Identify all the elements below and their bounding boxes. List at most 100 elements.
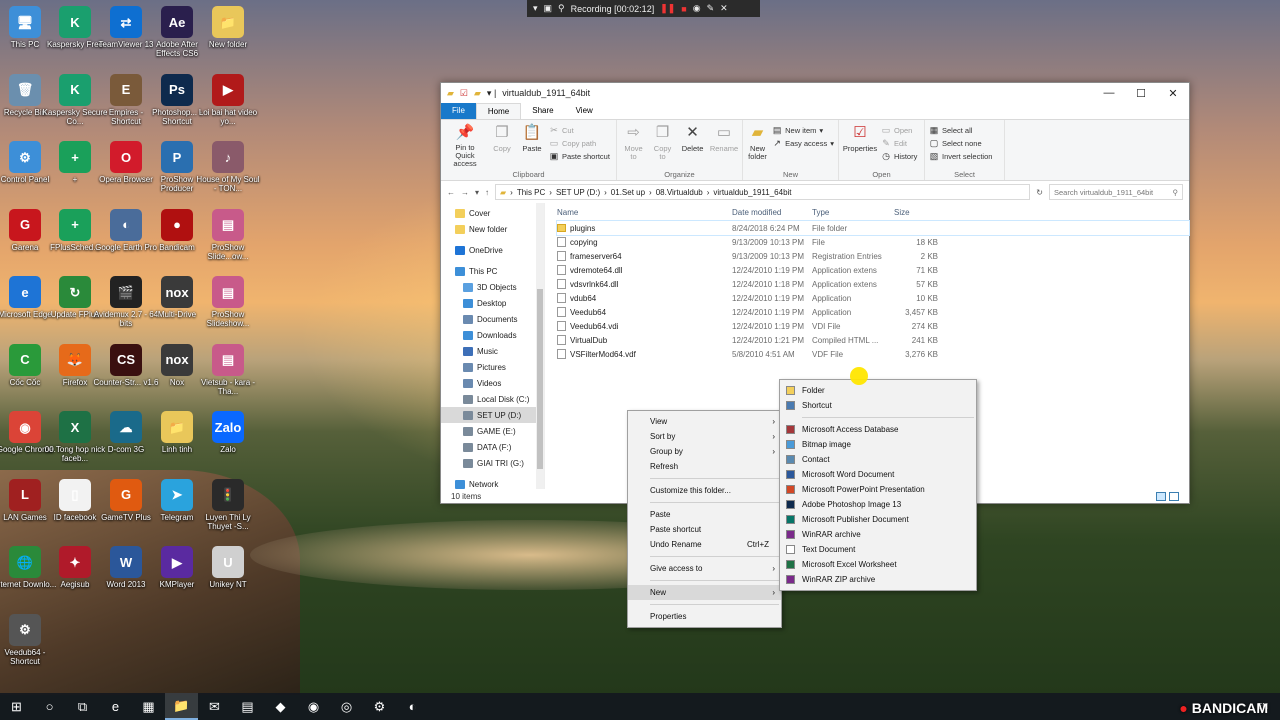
nav-item[interactable]: Cover <box>441 205 544 221</box>
file-row[interactable]: vdremote64.dll 12/24/2010 1:19 PM Applicat… <box>557 263 1189 277</box>
search-button[interactable]: ○ <box>33 693 66 720</box>
up-icon[interactable]: ↑ <box>485 188 489 197</box>
breadcrumb-item[interactable]: SET UP (D:) <box>556 188 600 197</box>
file-row[interactable]: vdsvrlnk64.dll 12/24/2010 1:18 PM Applicat… <box>557 277 1189 291</box>
invert-selection-button[interactable]: ▧ Invert selection <box>929 151 993 161</box>
app-taskbar-1[interactable]: ▦ <box>132 693 165 720</box>
file-row[interactable]: plugins 8/24/2018 6:24 PM File folder <box>556 220 1190 236</box>
desktop-icon[interactable]: ▤ ProShow Slide...ow... <box>195 208 261 261</box>
forward-icon[interactable]: → <box>461 188 469 197</box>
explorer-taskbar[interactable]: 📁 <box>165 693 198 720</box>
file-row[interactable]: Veedub64.vdi 12/24/2010 1:19 PM VDI File 27… <box>557 319 1189 333</box>
pin-quick-access-button[interactable]: 📌 Pin to Quick access <box>445 123 485 168</box>
nav-item[interactable]: Music <box>441 343 544 359</box>
nav-item[interactable]: Pictures <box>441 359 544 375</box>
new-folder-button[interactable]: ▰ New folder <box>747 123 768 168</box>
context-menu-item[interactable]: View › <box>628 414 781 429</box>
mail-taskbar[interactable]: ✉ <box>198 693 231 720</box>
folder-qa-icon[interactable]: ▰ <box>474 88 481 99</box>
pen-icon[interactable]: ✎ <box>707 3 715 14</box>
delete-button[interactable]: ✕ Delete <box>679 123 706 168</box>
stop-icon[interactable]: ■ <box>681 4 686 14</box>
copy-path-button[interactable]: ▭ Copy path <box>549 138 610 148</box>
nav-item[interactable]: SET UP (D:) <box>441 407 544 423</box>
search-icon[interactable]: ⚲ <box>558 3 565 14</box>
desktop-icon[interactable]: U Unikey NT <box>195 546 261 589</box>
copy-button[interactable]: ❐ Copy <box>489 123 515 168</box>
context-menu-item[interactable]: Properties <box>628 609 781 624</box>
context-menu-item[interactable]: Paste shortcut <box>628 522 781 537</box>
file-row[interactable]: Veedub64 12/24/2010 1:19 PM Application 3,4… <box>557 305 1189 319</box>
pause-icon[interactable]: ❚❚ <box>660 3 675 14</box>
edge-taskbar[interactable]: e <box>99 693 132 720</box>
desktop-icon[interactable]: ⚙ Veedub64 - Shortcut <box>0 613 58 666</box>
nav-item[interactable]: This PC <box>441 263 544 279</box>
close-button[interactable]: ✕ <box>1157 87 1189 100</box>
easy-access-button[interactable]: ↗ Easy access ▾ <box>772 138 834 148</box>
file-row[interactable]: VSFilterMod64.vdf 5/8/2010 4:51 AM VDF Fil… <box>557 347 1189 361</box>
nav-item[interactable]: Desktop <box>441 295 544 311</box>
new-item-button[interactable]: ▤ New item ▾ <box>772 125 834 135</box>
context-menu-item[interactable]: Undo Rename Ctrl+Z <box>628 537 781 552</box>
nav-item[interactable]: New folder <box>441 221 544 237</box>
garena-taskbar[interactable]: ◆ <box>264 693 297 720</box>
refresh-icon[interactable]: ↻ <box>1036 188 1043 197</box>
edit-button[interactable]: ✎ Edit <box>881 138 917 148</box>
context-menu-item[interactable]: Give access to › <box>628 561 781 576</box>
new-submenu-item[interactable]: Microsoft Publisher Document <box>780 512 976 527</box>
new-submenu-item[interactable]: Microsoft PowerPoint Presentation <box>780 482 976 497</box>
nav-item[interactable]: DATA (F:) <box>441 439 544 455</box>
nav-item[interactable]: Local Disk (C:) <box>441 391 544 407</box>
new-submenu-item[interactable]: Shortcut <box>780 398 976 413</box>
nav-item[interactable]: GIAI TRI (G:) <box>441 455 544 471</box>
paste-button[interactable]: 📋 Paste <box>519 123 545 168</box>
new-submenu-item[interactable]: Text Document <box>780 542 976 557</box>
dropdown-icon[interactable]: ▾ <box>533 3 538 14</box>
properties-button[interactable]: ☑ Properties <box>843 123 877 168</box>
proshow-taskbar[interactable]: ◐ <box>396 693 429 720</box>
file-row[interactable]: copying 9/13/2009 10:13 PM File 18 KB <box>557 235 1189 249</box>
chrome-taskbar[interactable]: ◎ <box>330 693 363 720</box>
breadcrumb-item[interactable]: This PC <box>517 188 545 197</box>
file-row[interactable]: frameserver64 9/13/2009 10:13 PM Registrat… <box>557 249 1189 263</box>
desktop-icon[interactable]: 🚦 Luyen Thi Ly Thuyet -S... <box>195 478 261 531</box>
recent-dropdown-icon[interactable]: ▾ <box>475 188 479 197</box>
task-view-button[interactable]: ⧉ <box>66 693 99 720</box>
nav-item[interactable]: Videos <box>441 375 544 391</box>
new-submenu-item[interactable]: Contact <box>780 452 976 467</box>
title-bar[interactable]: ▰ ☑ ▰ ▾ | virtualdub_1911_64bit — ☐ ✕ <box>441 83 1189 103</box>
cut-button[interactable]: ✂ Cut <box>549 125 610 135</box>
desktop-icon[interactable]: ▤ Vietsub - kara - Tha... <box>195 343 261 396</box>
details-view-icon[interactable] <box>1156 491 1166 501</box>
paste-shortcut-button[interactable]: ▣ Paste shortcut <box>549 151 610 161</box>
context-menu-item[interactable]: Customize this folder... <box>628 483 781 498</box>
breadcrumb-item[interactable]: 01.Set up <box>611 188 645 197</box>
search-input[interactable]: Search virtualdub_1911_64bit ⚲ <box>1049 184 1183 200</box>
qa-dropdown-icon[interactable]: ▾ | <box>487 88 496 99</box>
address-bar[interactable]: ▰ › This PC › SET UP (D:) › 01.Set up › 08.Virt… <box>495 184 1031 200</box>
nav-item[interactable]: 3D Objects <box>441 279 544 295</box>
nav-item[interactable]: Downloads <box>441 327 544 343</box>
column-date-modified[interactable]: Date modified <box>732 208 812 217</box>
desktop-icon[interactable]: Zalo Zalo <box>195 411 261 454</box>
new-submenu-item[interactable]: Folder <box>780 383 976 398</box>
tab-home[interactable]: Home <box>475 103 522 119</box>
move-to-button[interactable]: ⇨ Move to <box>621 123 646 168</box>
context-menu-item[interactable]: Paste <box>628 507 781 522</box>
column-name[interactable]: Name <box>557 208 732 217</box>
new-submenu-item[interactable]: WinRAR archive <box>780 527 976 542</box>
column-size[interactable]: Size <box>890 208 938 217</box>
new-submenu-item[interactable]: Bitmap image <box>780 437 976 452</box>
select-all-button[interactable]: ▦ Select all <box>929 125 992 135</box>
new-submenu-item[interactable]: WinRAR ZIP archive <box>780 572 976 587</box>
context-menu-item[interactable]: Refresh <box>628 459 781 474</box>
nav-scrollbar-thumb[interactable] <box>537 289 543 469</box>
nav-item[interactable]: GAME (E:) <box>441 423 544 439</box>
breadcrumb-item[interactable]: virtualdub_1911_64bit <box>713 188 791 197</box>
window-icon[interactable]: ▣ <box>544 3 553 14</box>
file-row[interactable]: VirtualDub 12/24/2010 1:21 PM Compiled HTM… <box>557 333 1189 347</box>
new-submenu-item[interactable]: Adobe Photoshop Image 13 <box>780 497 976 512</box>
close-icon[interactable]: ✕ <box>720 3 728 14</box>
new-submenu-item[interactable]: Microsoft Access Database <box>780 422 976 437</box>
calculator-taskbar[interactable]: ▤ <box>231 693 264 720</box>
